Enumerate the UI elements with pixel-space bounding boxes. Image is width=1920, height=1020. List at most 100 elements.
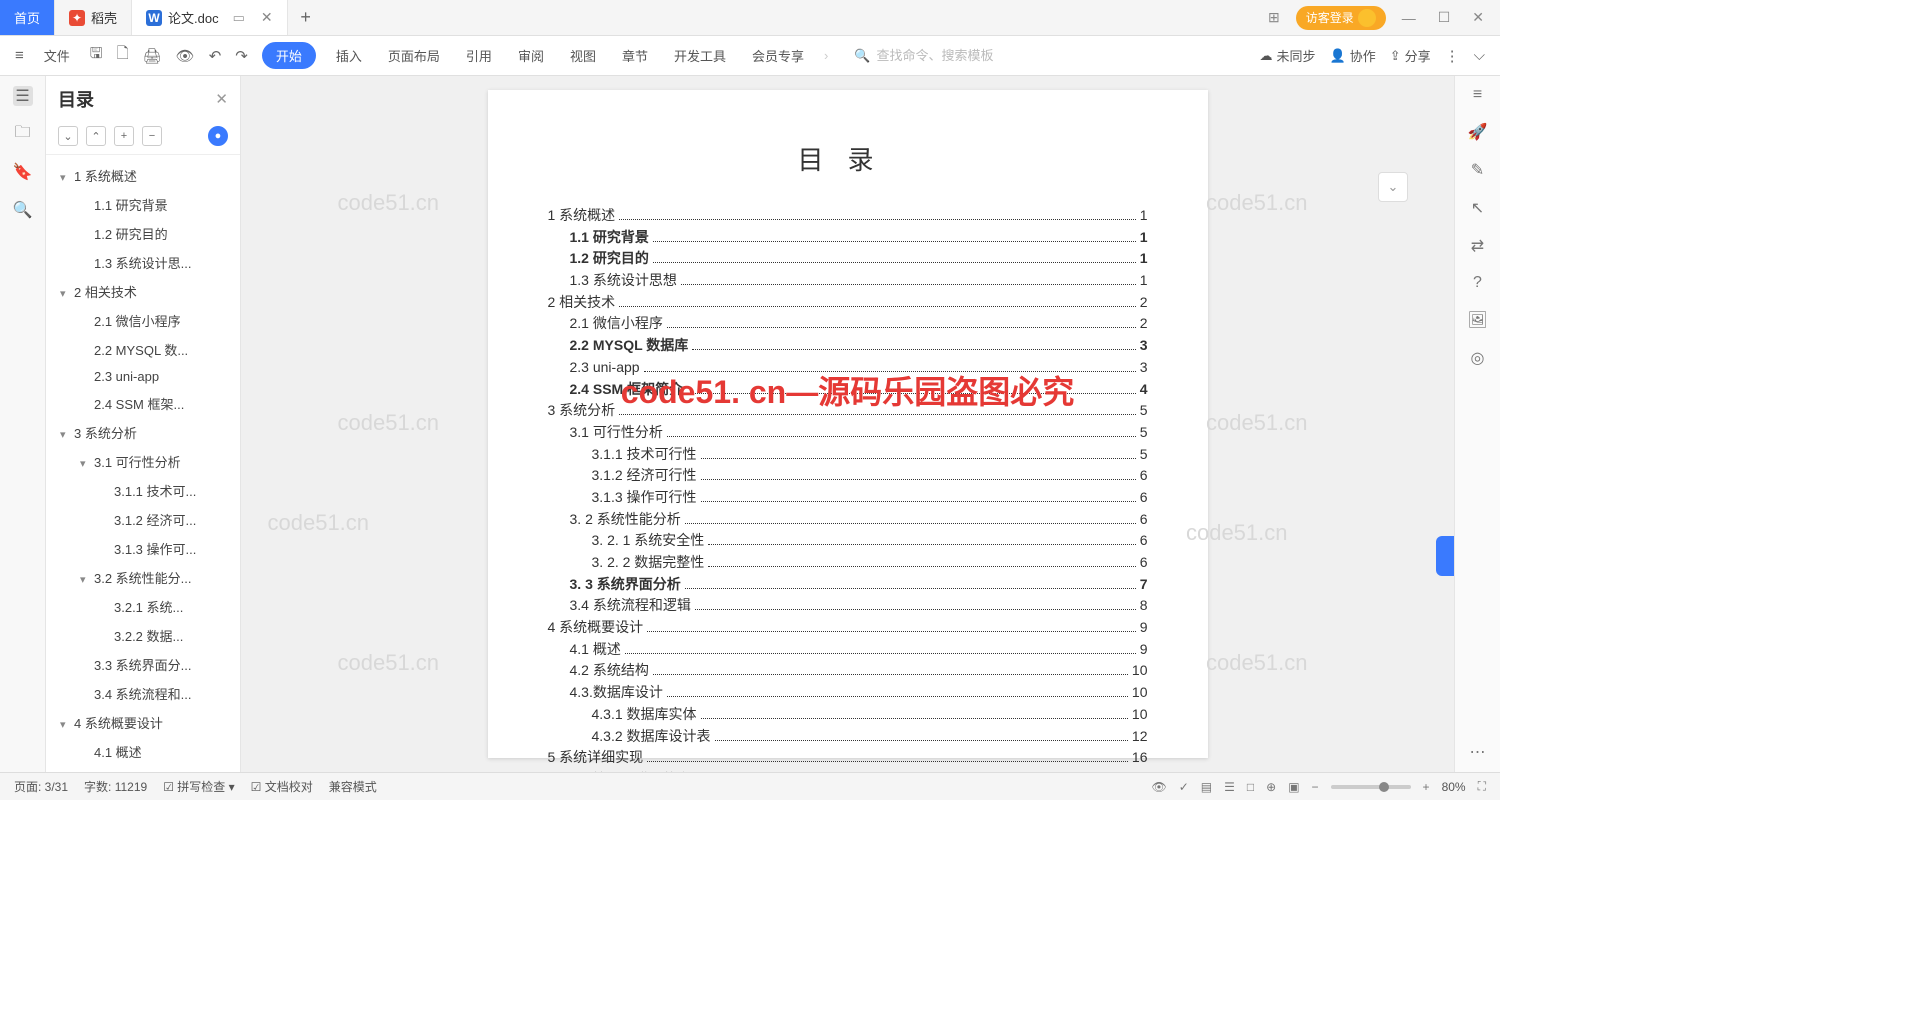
toc-line[interactable]: 2.2 MYSQL 数据库3	[548, 335, 1148, 357]
web-view-icon[interactable]: ⊕	[1266, 780, 1276, 794]
proofing-button[interactable]: ☑ 文档校对	[251, 778, 313, 795]
outline-item[interactable]: 3.1.3 操作可...	[46, 534, 240, 563]
share-button[interactable]: ⇪分享	[1390, 46, 1431, 65]
chevron-down-icon[interactable]: ⌵	[1474, 47, 1485, 64]
toc-line[interactable]: 2 相关技术2	[548, 292, 1148, 314]
toc-line[interactable]: 3.1.2 经济可行性6	[548, 465, 1148, 487]
menu-icon[interactable]: ≡	[15, 47, 24, 64]
tab-layout[interactable]: 页面布局	[382, 42, 446, 69]
more-icon[interactable]: ⋮	[1445, 47, 1460, 65]
collapse-all-icon[interactable]: ⌄	[58, 126, 78, 146]
print-icon[interactable]: 🖨	[143, 47, 162, 65]
toc-line[interactable]: 4.2 系统结构10	[548, 660, 1148, 682]
page-indicator[interactable]: 页面: 3/31	[14, 778, 68, 795]
outline-item[interactable]: 1.1 研究背景	[46, 190, 240, 219]
bookmark-icon[interactable]: 🔖	[13, 162, 33, 182]
search-box[interactable]: 🔍	[854, 48, 1036, 64]
outline-item[interactable]: 1.3 系统设计思...	[46, 248, 240, 277]
close-window-icon[interactable]: ✕	[1466, 9, 1490, 26]
outline-view-icon[interactable]: ☰	[1224, 780, 1235, 794]
demote-icon[interactable]: −	[142, 126, 162, 146]
tab-dev[interactable]: 开发工具	[668, 42, 732, 69]
close-icon[interactable]: ✕	[261, 9, 273, 26]
zoom-slider[interactable]	[1331, 785, 1411, 789]
new-tab-button[interactable]: +	[288, 0, 324, 35]
outline-item[interactable]: 3.3 系统界面分...	[46, 650, 240, 679]
expand-icon[interactable]: ⛶	[1478, 779, 1486, 794]
outline-tree[interactable]: ▾1 系统概述1.1 研究背景1.2 研究目的1.3 系统设计思...▾2 相关…	[46, 155, 240, 772]
outline-item[interactable]: 2.4 SSM 框架...	[46, 389, 240, 418]
toc-line[interactable]: 1.1 研究背景1	[548, 227, 1148, 249]
outline-item[interactable]: 3.2.1 系统...	[46, 592, 240, 621]
toc-line[interactable]: 3.4 系统流程和逻辑8	[548, 595, 1148, 617]
tab-member[interactable]: 会员专享	[746, 42, 810, 69]
toc-line[interactable]: 3.1.1 技术可行性5	[548, 444, 1148, 466]
maximize-icon[interactable]: ☐	[1432, 9, 1457, 26]
preview-icon[interactable]: 👁	[176, 47, 195, 65]
expand-all-icon[interactable]: ⌃	[86, 126, 106, 146]
toc-line[interactable]: 3 系统分析5	[548, 400, 1148, 422]
toc-line[interactable]: 4.1 概述9	[548, 639, 1148, 661]
pencil-icon[interactable]: ✎	[1471, 160, 1484, 180]
page-view-icon[interactable]: ▤	[1201, 780, 1212, 794]
collapse-right-icon[interactable]: ⌄	[1378, 172, 1408, 202]
spellcheck-button[interactable]: ☑ 拼写检查 ▾	[163, 778, 234, 795]
redo-icon[interactable]: ↷	[235, 47, 248, 65]
promote-icon[interactable]: +	[114, 126, 134, 146]
tab-chapter[interactable]: 章节	[616, 42, 654, 69]
document-area[interactable]: 目录 1 系统概述11.1 研究背景11.2 研究目的11.3 系统设计思想12…	[241, 76, 1454, 772]
outline-item[interactable]: ▾3 系统分析	[46, 418, 240, 447]
layout-icon[interactable]: ⊞	[1262, 9, 1286, 26]
close-panel-icon[interactable]: ✕	[215, 90, 228, 108]
fit-icon[interactable]: ▣	[1288, 780, 1299, 794]
outline-item[interactable]: 2.1 微信小程序	[46, 306, 240, 335]
tab-view[interactable]: 视图	[564, 42, 602, 69]
toc-line[interactable]: 4.3.1 数据库实体10	[548, 704, 1148, 726]
outline-item[interactable]: 3.1.2 经济可...	[46, 505, 240, 534]
login-badge[interactable]: 访客登录	[1296, 6, 1386, 30]
tab-review[interactable]: 审阅	[512, 42, 550, 69]
outline-item[interactable]: ▾2 相关技术	[46, 277, 240, 306]
help-icon[interactable]: ?	[1473, 274, 1482, 292]
search-input[interactable]	[877, 48, 1037, 63]
zoom-in-icon[interactable]: +	[1423, 780, 1430, 794]
save-as-icon[interactable]: 🗋	[117, 43, 129, 68]
outline-item[interactable]: 4.1 概述	[46, 737, 240, 766]
settings-icon[interactable]: ⇄	[1471, 236, 1484, 256]
tab-document[interactable]: W 论文.doc ▭ ✕	[132, 0, 288, 35]
tab-home[interactable]: 首页	[0, 0, 55, 35]
toc-line[interactable]: 3. 2. 2 数据完整性6	[548, 552, 1148, 574]
side-handle[interactable]	[1436, 536, 1454, 576]
outline-icon[interactable]: ☰	[13, 86, 33, 106]
undo-icon[interactable]: ↶	[209, 47, 222, 65]
outline-item[interactable]: 4.2 系统结构	[46, 766, 240, 772]
toc-line[interactable]: 5 系统详细实现16	[548, 747, 1148, 769]
eye-icon[interactable]: 👁	[1151, 780, 1166, 794]
outline-item[interactable]: 2.3 uni-app	[46, 364, 240, 389]
sync-icon[interactable]: ▭	[233, 10, 245, 26]
save-icon[interactable]: 🖫	[90, 43, 103, 68]
zoom-out-icon[interactable]: −	[1312, 780, 1319, 794]
archive-icon[interactable]: 🗀	[13, 124, 33, 144]
toc-line[interactable]: 3. 2. 1 系统安全性6	[548, 530, 1148, 552]
toc-line[interactable]: 2.1 微信小程序2	[548, 313, 1148, 335]
toc-line[interactable]: 1 系统概述1	[548, 205, 1148, 227]
search-panel-icon[interactable]: 🔍	[13, 200, 33, 220]
target-icon[interactable]: ◎	[1471, 348, 1485, 368]
file-menu[interactable]: 文件	[38, 42, 76, 69]
tab-ref[interactable]: 引用	[460, 42, 498, 69]
minimize-icon[interactable]: —	[1396, 10, 1422, 26]
tab-insert[interactable]: 插入	[330, 42, 368, 69]
outline-item[interactable]: ▾3.2 系统性能分...	[46, 563, 240, 592]
toc-line[interactable]: 1.3 系统设计思想1	[548, 270, 1148, 292]
image-icon[interactable]: 🖼	[1467, 310, 1487, 330]
unsync-button[interactable]: ☁未同步	[1259, 46, 1315, 65]
toc-line[interactable]: 1.2 研究目的1	[548, 248, 1148, 270]
cursor-icon[interactable]: ↖	[1471, 198, 1484, 218]
zoom-value[interactable]: 80%	[1442, 780, 1466, 794]
toc-line[interactable]: 3.1.3 操作可行性6	[548, 487, 1148, 509]
outline-item[interactable]: ▾3.1 可行性分析	[46, 447, 240, 476]
toc-line[interactable]: 3.1 可行性分析5	[548, 422, 1148, 444]
rocket-icon[interactable]: 🚀	[1468, 122, 1488, 142]
ruler-icon[interactable]: ✓	[1179, 780, 1189, 794]
